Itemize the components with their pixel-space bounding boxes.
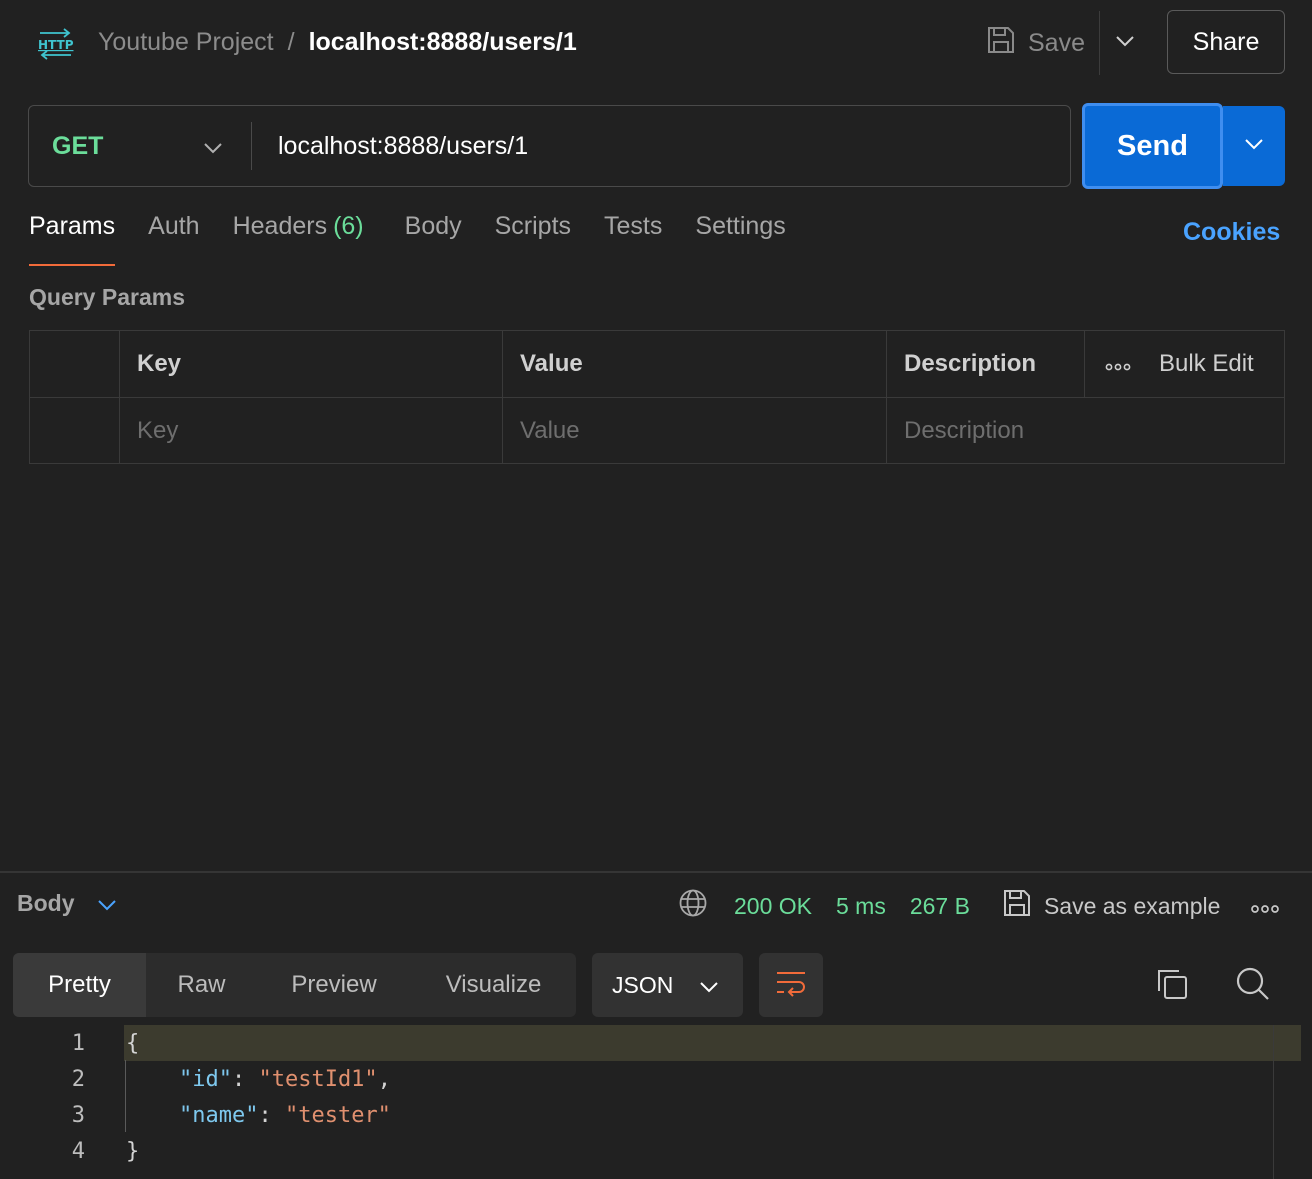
more-options-icon[interactable] [1250,893,1280,920]
copy-icon[interactable] [1154,966,1192,1004]
format-label: JSON [612,971,674,998]
status-badge[interactable]: 200 OK [734,893,812,920]
send-button[interactable]: Send [1082,103,1223,189]
line-number: 1 [71,1030,85,1056]
save-button[interactable]: Save [986,18,1099,68]
code-field: "name": "tester" [178,1102,391,1128]
wrap-lines-button[interactable] [759,953,823,1017]
query-params-title: Query Params [29,284,185,310]
json-key: "name" [178,1102,259,1128]
tab-auth[interactable]: Auth [148,212,199,266]
save-icon [986,25,1016,62]
tab-tests[interactable]: Tests [604,212,662,266]
param-key-input[interactable]: Key [120,398,503,463]
tab-headers-count: (6) [333,212,364,240]
save-label: Save [1028,28,1085,57]
code-close-brace: } [126,1138,140,1164]
tab-scripts[interactable]: Scripts [495,212,571,266]
tab-headers-label: Headers [232,212,328,240]
share-button[interactable]: Share [1167,10,1285,74]
method-select[interactable]: GET [29,106,251,186]
chevron-down-icon [203,132,223,161]
save-as-example-button[interactable]: Save as example [1002,888,1220,924]
tab-settings[interactable]: Settings [695,212,785,266]
param-value-input[interactable]: Value [503,398,887,463]
tab-params[interactable]: Params [29,212,116,266]
response-view-tabs: Pretty Raw Preview Visualize [13,953,576,1017]
code-field: "id": "testId1", [178,1066,391,1092]
code-line: 3 "name": "tester" [0,1097,1312,1133]
http-icon: HTTP [36,26,76,60]
chevron-down-icon [699,972,719,999]
response-body-select[interactable]: Body [17,890,117,917]
tab-preview[interactable]: Preview [257,953,411,1017]
tab-headers[interactable]: Headers (6) [233,212,364,266]
scrollbar-rail[interactable] [1273,1025,1274,1179]
response-code[interactable]: 1 { 2 "id": "testId1", 3 "name": "tester… [0,1025,1312,1179]
response-meta: 200 OK 5 ms 267 B Save as example [678,886,1280,926]
params-check-header [30,331,120,397]
response-divider [0,871,1312,873]
code-line: 4 } [0,1133,1312,1169]
send-options-button[interactable] [1223,106,1285,186]
url-bar: GET [28,105,1071,187]
table-row: Key Value Description [30,397,1284,463]
code-open-brace: { [126,1030,140,1056]
params-table: Key Value Description Bulk Edit Key Valu… [29,330,1285,464]
format-select[interactable]: JSON [592,953,743,1017]
globe-icon[interactable] [678,888,708,924]
cookies-link[interactable]: Cookies [1183,218,1280,247]
save-options-button[interactable] [1100,18,1150,68]
json-value: "testId1" [258,1066,378,1092]
tab-body[interactable]: Body [405,212,462,266]
params-header-row: Key Value Description Bulk Edit [30,331,1284,397]
params-description-header: Description [887,331,1085,397]
url-input[interactable] [252,106,1070,186]
save-icon [1002,888,1032,924]
response-size[interactable]: 267 B [910,893,970,920]
params-actions-header: Bulk Edit [1085,331,1284,397]
request-title[interactable]: localhost:8888/users/1 [309,28,577,57]
breadcrumb-project[interactable]: Youtube Project [98,28,274,57]
chevron-down-icon [1115,34,1135,52]
save-group: Save [986,11,1150,75]
param-description-input[interactable]: Description [887,398,1284,463]
svg-text:HTTP: HTTP [38,38,74,52]
line-number: 2 [71,1066,85,1092]
response-body-label: Body [17,890,75,916]
more-options-icon[interactable] [1105,350,1131,378]
method-label: GET [52,131,104,160]
json-comma: , [377,1066,391,1092]
request-tabs: Params Auth Headers (6) Body Scripts Test… [29,212,819,268]
chevron-down-icon [1244,137,1264,155]
tab-pretty[interactable]: Pretty [13,953,146,1017]
save-as-example-label: Save as example [1043,892,1221,919]
line-number: 4 [71,1138,85,1164]
code-line: 2 "id": "testId1", [0,1061,1312,1097]
search-icon[interactable] [1235,966,1271,1002]
breadcrumb: Youtube Project / localhost:8888/users/1 [98,24,577,60]
bulk-edit-button[interactable]: Bulk Edit [1159,350,1254,378]
json-value: "tester" [284,1102,391,1128]
tab-visualize[interactable]: Visualize [411,953,576,1017]
json-key: "id" [178,1066,232,1092]
breadcrumb-separator: / [287,27,295,56]
params-key-header: Key [120,331,503,397]
code-line: 1 { [0,1025,1312,1061]
tab-raw[interactable]: Raw [146,953,257,1017]
params-value-header: Value [503,331,887,397]
param-checkbox-cell [30,398,120,463]
chevron-down-icon [97,890,117,917]
wrap-lines-icon [775,969,807,1002]
line-number: 3 [71,1102,85,1128]
response-time[interactable]: 5 ms [836,893,886,920]
